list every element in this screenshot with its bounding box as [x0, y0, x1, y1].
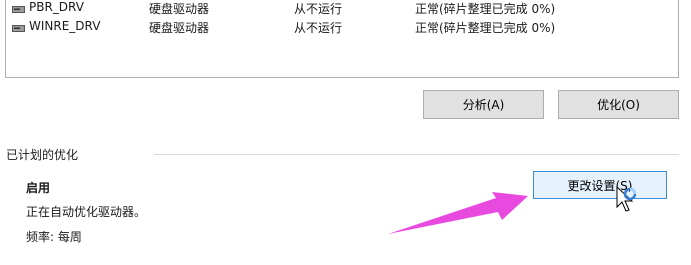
drive-name: PBR_DRV [29, 0, 84, 14]
drive-row[interactable]: WINRE_DRV 硬盘驱动器 从不运行 正常(碎片整理已完成 0%) [6, 17, 678, 37]
optimize-button[interactable]: 优化(O) [558, 90, 679, 119]
schedule-frequency: 频率: 每周 [26, 230, 82, 244]
analyze-button[interactable]: 分析(A) [423, 90, 544, 119]
drive-status: 正常(碎片整理已完成 0%) [415, 21, 556, 35]
drive-last-run: 从不运行 [294, 21, 343, 35]
pink-arrow-annotation [388, 192, 528, 234]
drive-media-type: 硬盘驱动器 [149, 21, 210, 35]
drive-status: 正常(碎片整理已完成 0%) [415, 2, 556, 16]
drive-icon [12, 25, 25, 32]
drive-last-run: 从不运行 [294, 2, 343, 16]
scheduled-optimization-title: 已计划的优化 [6, 148, 79, 162]
schedule-description: 正在自动优化驱动器。 [26, 205, 147, 219]
drive-row[interactable]: PBR_DRV 硬盘驱动器 从不运行 正常(碎片整理已完成 0%) [6, 0, 678, 18]
section-divider [154, 154, 679, 155]
drive-icon [12, 6, 25, 13]
change-settings-button[interactable]: 更改设置(S) [533, 171, 667, 199]
drive-name: WINRE_DRV [29, 19, 101, 33]
busy-spinner-icon [623, 187, 636, 201]
mouse-pointer-icon [616, 186, 636, 212]
drive-media-type: 硬盘驱动器 [149, 2, 210, 16]
schedule-state: 启用 [26, 181, 51, 195]
drive-list[interactable]: PBR_DRV 硬盘驱动器 从不运行 正常(碎片整理已完成 0%) WINRE_… [5, 0, 679, 78]
